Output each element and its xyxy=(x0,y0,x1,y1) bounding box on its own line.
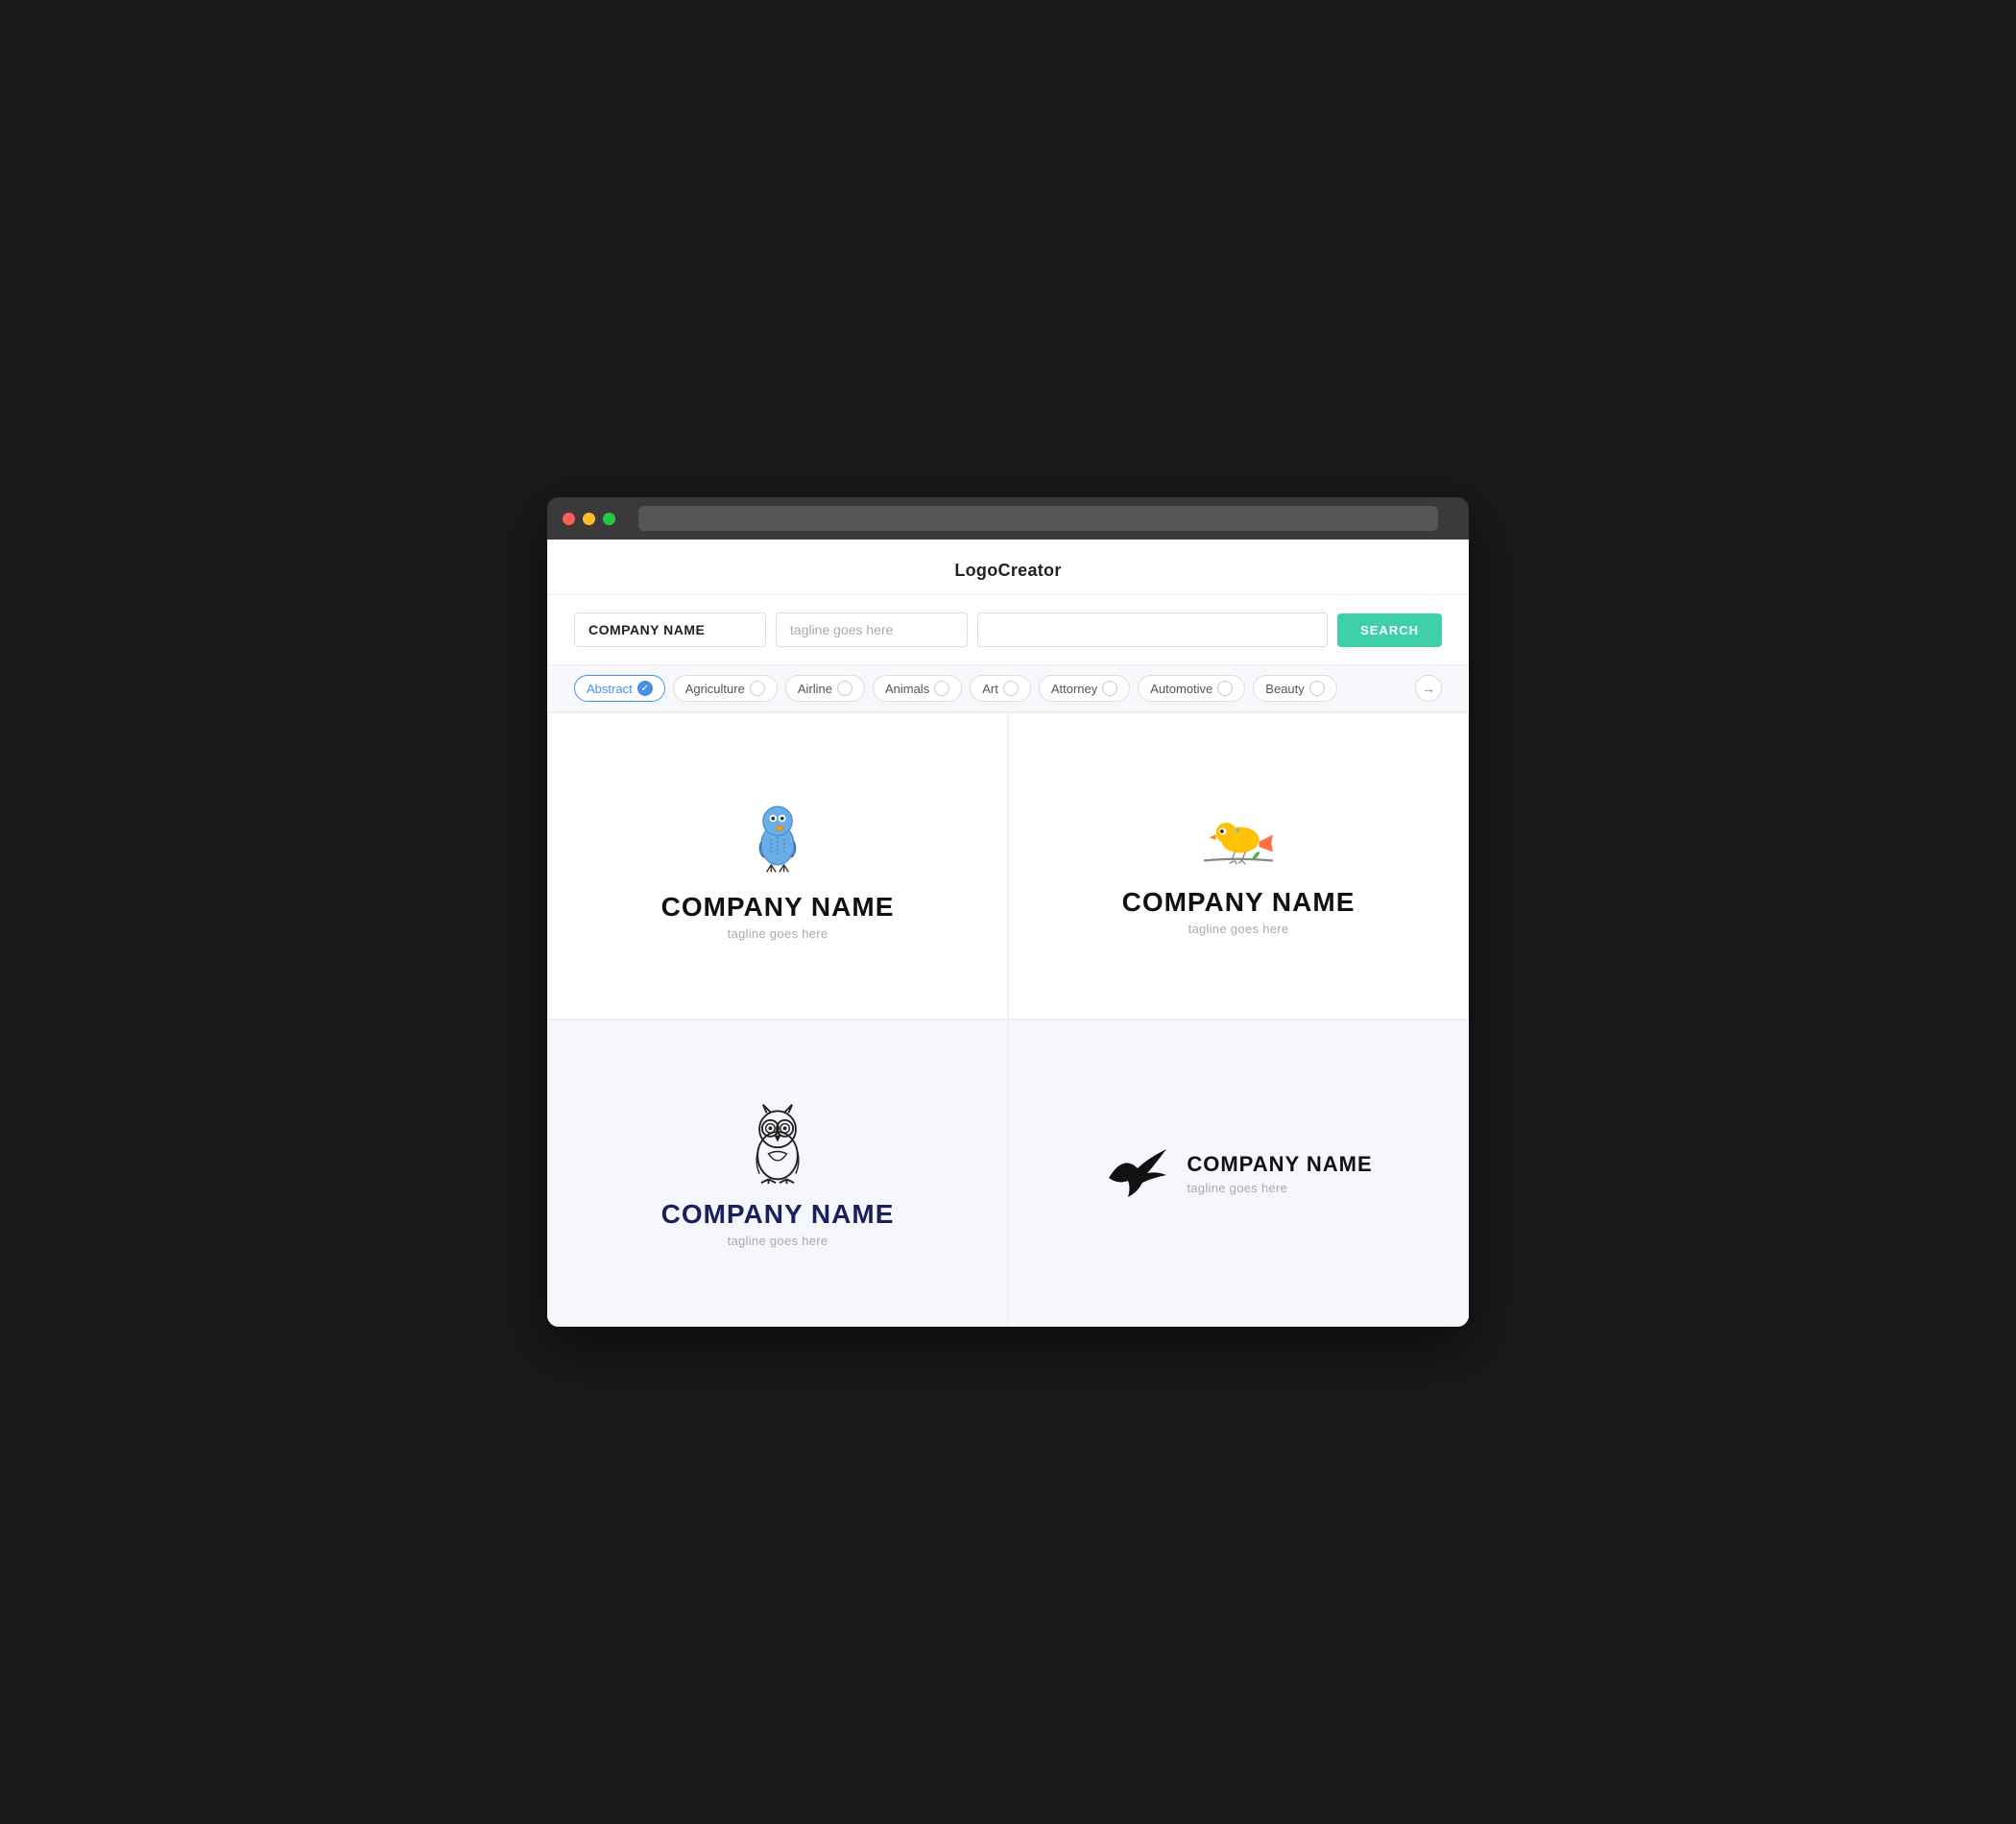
logo-1-company-name: COMPANY NAME xyxy=(661,892,895,923)
automotive-check-icon xyxy=(1217,681,1233,696)
category-automotive-label: Automotive xyxy=(1150,682,1212,696)
categories-bar: Abstract ✓ Agriculture Airline Animals A… xyxy=(547,664,1469,712)
logo-4-row: COMPANY NAME tagline goes here xyxy=(1104,1144,1372,1202)
attorney-check-icon xyxy=(1102,681,1117,696)
bird-icon-1 xyxy=(739,792,816,878)
category-agriculture-label: Agriculture xyxy=(685,682,745,696)
logo-card-3[interactable]: COMPANY NAME tagline goes here xyxy=(547,1020,1008,1327)
app-content: LogoCreator SEARCH Abstract ✓ Agricultur… xyxy=(547,540,1469,1327)
tagline-input[interactable] xyxy=(776,612,968,647)
category-automotive[interactable]: Automotive xyxy=(1138,675,1245,702)
logo-2-company-name: COMPANY NAME xyxy=(1122,887,1356,918)
minimize-button[interactable] xyxy=(583,513,595,525)
agriculture-check-icon xyxy=(750,681,765,696)
company-name-input[interactable] xyxy=(574,612,766,647)
logo-grid: COMPANY NAME tagline goes here xyxy=(547,712,1469,1327)
logo-card-1[interactable]: COMPANY NAME tagline goes here xyxy=(547,712,1008,1020)
category-art-label: Art xyxy=(982,682,998,696)
address-bar[interactable] xyxy=(638,506,1438,531)
abstract-check-icon: ✓ xyxy=(637,681,653,696)
bird-icon-2 xyxy=(1195,797,1282,874)
owl-icon-3 xyxy=(739,1099,816,1186)
app-header: LogoCreator xyxy=(547,540,1469,595)
extra-input[interactable] xyxy=(977,612,1328,647)
category-animals-label: Animals xyxy=(885,682,929,696)
airline-check-icon xyxy=(837,681,852,696)
logo-2-tagline: tagline goes here xyxy=(1188,922,1289,936)
category-airline-label: Airline xyxy=(798,682,832,696)
category-airline[interactable]: Airline xyxy=(785,675,865,702)
category-animals[interactable]: Animals xyxy=(873,675,962,702)
search-button[interactable]: SEARCH xyxy=(1337,613,1442,647)
logo-4-company-name: COMPANY NAME xyxy=(1187,1152,1372,1177)
category-abstract[interactable]: Abstract ✓ xyxy=(574,675,665,702)
category-art[interactable]: Art xyxy=(970,675,1031,702)
logo-4-tagline: tagline goes here xyxy=(1187,1181,1372,1195)
search-bar: SEARCH xyxy=(547,595,1469,664)
category-beauty-label: Beauty xyxy=(1265,682,1304,696)
app-title: LogoCreator xyxy=(954,561,1061,580)
maximize-button[interactable] xyxy=(603,513,615,525)
flying-bird-icon-4 xyxy=(1104,1144,1171,1202)
art-check-icon xyxy=(1003,681,1019,696)
logo-card-2[interactable]: COMPANY NAME tagline goes here xyxy=(1008,712,1469,1020)
logo-1-tagline: tagline goes here xyxy=(728,926,828,941)
category-agriculture[interactable]: Agriculture xyxy=(673,675,778,702)
logo-3-tagline: tagline goes here xyxy=(728,1234,828,1248)
close-button[interactable] xyxy=(563,513,575,525)
category-beauty[interactable]: Beauty xyxy=(1253,675,1336,702)
beauty-check-icon xyxy=(1309,681,1325,696)
browser-titlebar xyxy=(547,497,1469,540)
logo-card-4[interactable]: COMPANY NAME tagline goes here xyxy=(1008,1020,1469,1327)
category-abstract-label: Abstract xyxy=(587,682,633,696)
logo-4-text-block: COMPANY NAME tagline goes here xyxy=(1187,1152,1372,1195)
category-attorney[interactable]: Attorney xyxy=(1039,675,1130,702)
animals-check-icon xyxy=(934,681,949,696)
browser-window: LogoCreator SEARCH Abstract ✓ Agricultur… xyxy=(547,497,1469,1327)
logo-3-company-name: COMPANY NAME xyxy=(661,1199,895,1230)
category-attorney-label: Attorney xyxy=(1051,682,1097,696)
categories-next-button[interactable]: → xyxy=(1415,675,1442,702)
